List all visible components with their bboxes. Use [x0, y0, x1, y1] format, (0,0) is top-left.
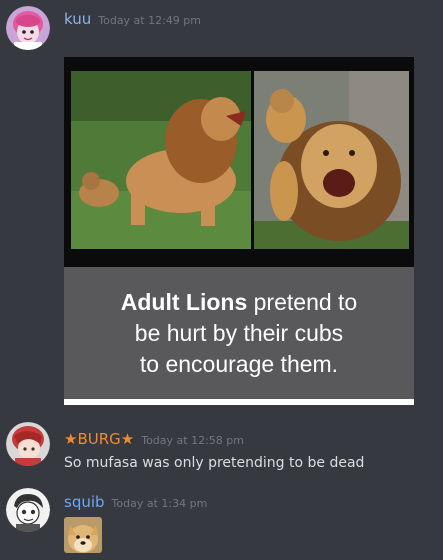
message-kuu: kuu Today at 12:49 pm Adult Lions preten…: [0, 0, 443, 410]
chat-messages: kuu Today at 12:49 pm Adult Lions preten…: [0, 0, 443, 560]
avatar-squib[interactable]: [6, 488, 50, 532]
message-text-burg: So mufasa was only pretending to be dead: [64, 455, 365, 471]
lion-photo-right: [254, 71, 409, 249]
doge-image[interactable]: [64, 517, 102, 553]
timestamp-burg: Today at 12:58 pm: [141, 434, 244, 447]
lion-photo-left: [71, 71, 251, 249]
username-kuu[interactable]: kuu: [64, 10, 91, 28]
meme-caption-box: Adult Lions pretend to be hurt by their …: [64, 267, 414, 399]
avatar-burg[interactable]: [6, 422, 50, 466]
message-burg: ★BURG★ Today at 12:58 pm So mufasa was o…: [0, 418, 443, 478]
timestamp-kuu: Today at 12:49 pm: [98, 14, 202, 27]
meme-caption: Adult Lions pretend to be hurt by their …: [121, 287, 357, 380]
avatar-kuu[interactable]: [6, 6, 50, 50]
username-burg[interactable]: ★BURG★: [64, 430, 134, 448]
caption-bold-text: Adult Lions: [120, 288, 248, 315]
lion-meme-image[interactable]: Adult Lions pretend to be hurt by their …: [64, 57, 414, 405]
timestamp-squib: Today at 1:34 pm: [111, 497, 208, 510]
username-squib[interactable]: squib: [64, 493, 105, 511]
